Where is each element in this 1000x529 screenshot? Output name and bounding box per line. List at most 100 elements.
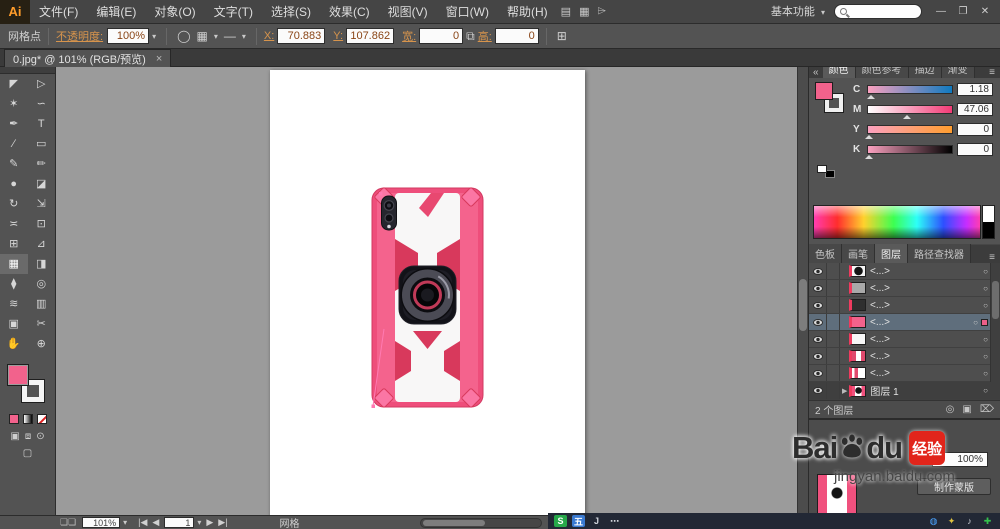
phone-case-artwork[interactable] xyxy=(368,183,487,412)
mesh-tool[interactable]: ▦ xyxy=(0,254,28,274)
cyan-value-field[interactable]: 1.18 xyxy=(957,82,993,96)
zoom-tool[interactable]: ⊕ xyxy=(28,334,56,354)
layer-row[interactable]: <...> ○ xyxy=(809,331,1000,348)
tray-volume-icon[interactable]: ♪ xyxy=(963,515,976,527)
tab-pathfinder[interactable]: 路径查找器 xyxy=(908,244,971,263)
height-field[interactable]: 0 xyxy=(494,28,539,44)
rectangle-tool[interactable]: ▭ xyxy=(28,134,56,154)
menu-view[interactable]: 视图(V) xyxy=(379,0,437,24)
close-button[interactable]: ✕ xyxy=(974,0,996,24)
target-icon[interactable]: ○ xyxy=(983,352,988,361)
gradient-mode-button[interactable] xyxy=(22,414,33,424)
type-tool[interactable]: T xyxy=(28,114,56,134)
screen-mode-button[interactable]: ▢ xyxy=(0,448,55,459)
ime-mode-icon[interactable]: J xyxy=(590,515,603,527)
restore-button[interactable]: ❐ xyxy=(952,0,974,24)
panel-menu-icon[interactable]: ≡ xyxy=(984,252,1000,263)
lock-toggle[interactable] xyxy=(827,314,840,330)
fill-proxy-swatch[interactable] xyxy=(815,82,833,100)
gradient-tool[interactable]: ◨ xyxy=(28,254,56,274)
yellow-slider[interactable] xyxy=(864,124,953,139)
y-field[interactable]: 107.862 xyxy=(346,28,395,44)
opacity-label[interactable]: 不透明度: xyxy=(56,28,103,44)
free-transform-tool[interactable]: ⊡ xyxy=(28,214,56,234)
visibility-toggle[interactable] xyxy=(809,297,827,313)
menu-edit[interactable]: 编辑(E) xyxy=(87,0,145,24)
eraser-tool[interactable]: ◪ xyxy=(28,174,56,194)
cyan-slider[interactable] xyxy=(866,84,953,99)
eyedropper-tool[interactable]: ⧫ xyxy=(0,274,28,294)
menu-object[interactable]: 对象(O) xyxy=(145,0,204,24)
layer-row-parent[interactable]: ▶ 图层 1 ○ xyxy=(809,382,1000,400)
tray-security-icon[interactable]: ✚ xyxy=(981,515,994,527)
visibility-toggle[interactable] xyxy=(809,263,827,279)
draw-inside-button[interactable]: ⊙ xyxy=(36,431,44,442)
shape-options-icon[interactable]: ◯ xyxy=(177,29,190,43)
minimize-button[interactable]: — xyxy=(930,0,952,24)
document-tab[interactable]: 0.jpg* @ 101% (RGB/预览) × xyxy=(4,49,172,67)
delete-layer-icon[interactable]: ⌦ xyxy=(980,404,994,415)
white-black-ramp[interactable] xyxy=(982,205,995,239)
arrange-documents-icon[interactable]: ▦ xyxy=(579,5,589,18)
target-icon[interactable]: ○ xyxy=(983,301,988,310)
chevron-down-icon[interactable]: ▾ xyxy=(214,32,218,41)
tab-layers[interactable]: 图层 xyxy=(875,244,908,263)
draw-normal-button[interactable]: ▣ xyxy=(10,431,19,442)
yellow-value-field[interactable]: 0 xyxy=(957,122,993,136)
magic-wand-tool[interactable]: ✶ xyxy=(0,94,28,114)
layer-row[interactable]: <...> ○ xyxy=(809,348,1000,365)
lock-toggle[interactable] xyxy=(827,297,840,313)
target-icon[interactable]: ○ xyxy=(983,284,988,293)
artboard-number-field[interactable]: 1 xyxy=(164,517,195,528)
lasso-tool[interactable]: ∽ xyxy=(28,94,56,114)
column-graph-tool[interactable]: ▥ xyxy=(28,294,56,314)
layer-row[interactable]: <...> ○ xyxy=(809,297,1000,314)
document-setup-icon[interactable]: ▤ xyxy=(561,5,571,18)
menu-effect[interactable]: 效果(C) xyxy=(320,0,379,24)
ime-more-icon[interactable]: ⋯ xyxy=(608,515,621,527)
layers-scrollbar[interactable] xyxy=(990,263,1000,382)
magenta-slider[interactable] xyxy=(867,104,953,119)
width-tool[interactable]: ≍ xyxy=(0,214,28,234)
perspective-grid-tool[interactable]: ⊿ xyxy=(28,234,56,254)
opacity-field[interactable]: 100% xyxy=(107,28,150,44)
layer-row-selected[interactable]: <...> ○ xyxy=(809,314,1000,331)
direct-selection-tool[interactable]: ▷ xyxy=(28,74,56,94)
menu-type[interactable]: 文字(T) xyxy=(205,0,262,24)
last-artboard-icon[interactable]: ▶| xyxy=(218,517,227,528)
collapse-panels-icon[interactable]: « xyxy=(809,67,823,78)
black-slider[interactable] xyxy=(864,144,953,159)
chevron-down-icon[interactable]: ▾ xyxy=(123,518,127,527)
layer-row[interactable]: <...> ○ xyxy=(809,263,1000,280)
visibility-toggle[interactable] xyxy=(809,280,827,296)
magenta-value-field[interactable]: 47.06 xyxy=(957,102,993,116)
menu-file[interactable]: 文件(F) xyxy=(30,0,87,24)
color-mode-button[interactable] xyxy=(8,414,19,424)
search-input[interactable] xyxy=(834,4,922,19)
width-field[interactable]: 0 xyxy=(419,28,464,44)
ime-sogou-icon[interactable]: S xyxy=(554,515,567,527)
chevron-down-icon[interactable]: ▾ xyxy=(197,518,201,527)
prev-artboard-icon[interactable]: ◀ xyxy=(152,517,159,528)
graphic-style-icon[interactable]: ▦ xyxy=(197,29,208,43)
slice-tool[interactable]: ✂ xyxy=(28,314,56,334)
lock-toggle[interactable] xyxy=(827,382,840,399)
selection-tool[interactable]: ◤ xyxy=(0,74,28,94)
target-icon[interactable]: ○ xyxy=(983,267,988,276)
constrain-proportions-icon[interactable]: ⧉ xyxy=(466,29,475,44)
target-icon[interactable]: ○ xyxy=(973,318,978,327)
menu-select[interactable]: 选择(S) xyxy=(262,0,320,24)
shape-builder-tool[interactable]: ⊞ xyxy=(0,234,28,254)
black-white-swatches[interactable] xyxy=(817,165,839,179)
panel-menu-icon[interactable]: ≡ xyxy=(984,67,1000,78)
paintbrush-tool[interactable]: ✎ xyxy=(0,154,28,174)
scale-tool[interactable]: ⇲ xyxy=(28,194,56,214)
menu-help[interactable]: 帮助(H) xyxy=(498,0,557,24)
chevron-down-icon[interactable]: ▾ xyxy=(242,32,246,41)
target-icon[interactable]: ○ xyxy=(983,335,988,344)
layer-row[interactable]: <...> ○ xyxy=(809,365,1000,382)
lock-toggle[interactable] xyxy=(827,331,840,347)
none-mode-button[interactable] xyxy=(36,414,47,424)
blend-tool[interactable]: ◎ xyxy=(28,274,56,294)
visibility-toggle[interactable] xyxy=(809,331,827,347)
